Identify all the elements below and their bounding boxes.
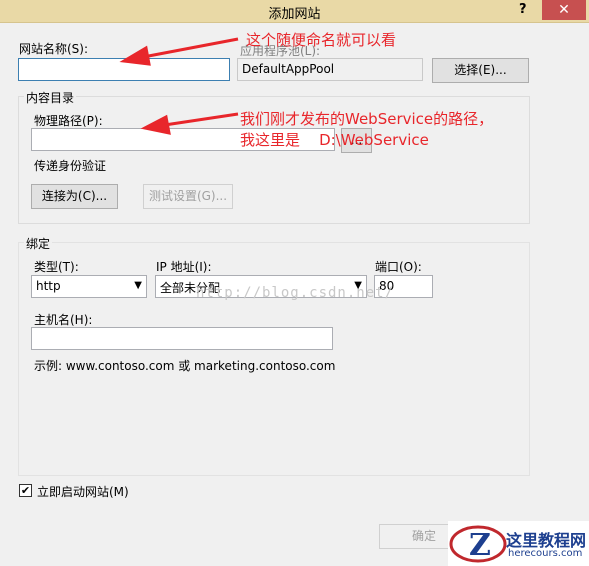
annotation-path-line2: 我这里是 D:\WebService — [240, 131, 429, 149]
annotation-site-name: 这个随便命名就可以看 — [246, 31, 397, 49]
annotation-path-line1: 我们刚才发布的WebService的路径， — [240, 110, 494, 128]
annotation-arrows — [119, 37, 239, 135]
logo-letter: Z — [469, 528, 491, 563]
logo-emblem-icon: Z — [449, 525, 507, 563]
annotation-arrowhead-1 — [119, 45, 151, 66]
site-logo: Z 这里教程网 herecours.com — [448, 521, 589, 566]
annotation-arrow-2 — [157, 112, 239, 128]
annotation-arrow-1 — [137, 37, 239, 60]
logo-sub-text: herecours.com — [508, 548, 583, 559]
annotation-arrowhead-2 — [140, 114, 171, 135]
